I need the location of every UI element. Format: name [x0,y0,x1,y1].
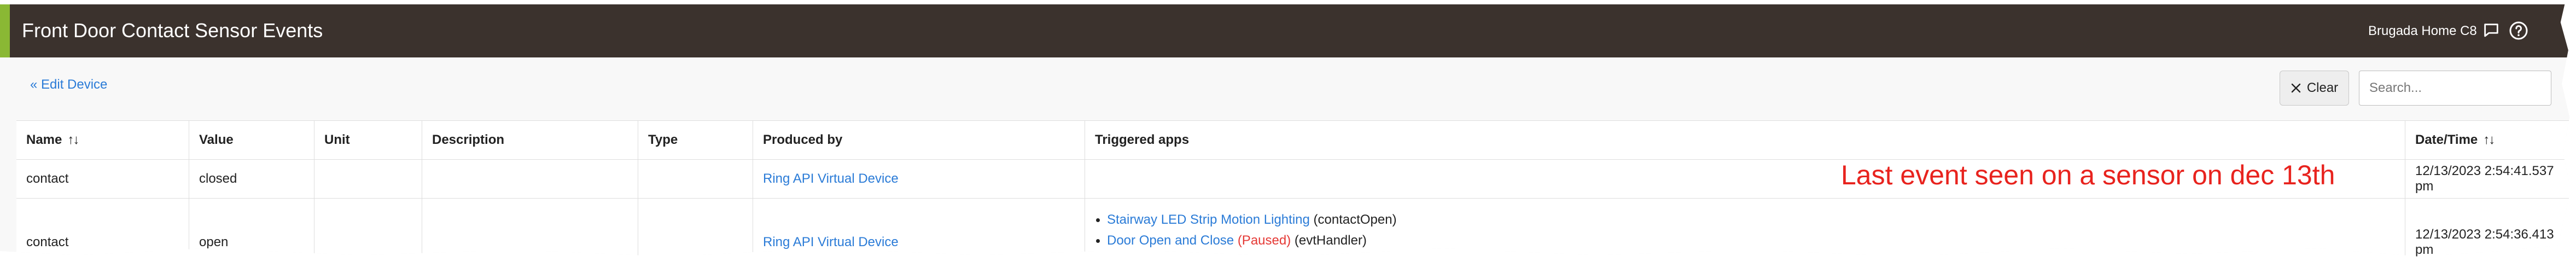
triggered-apps-list: Stairway LED Strip Motion Lighting (cont… [1095,199,1687,269]
brand-accent-stripe [0,4,10,57]
sort-icon[interactable]: ↑↓ [67,132,79,148]
cell-value: open [189,199,314,257]
cell-produced-by: Ring API Virtual Device [753,199,1085,257]
cell-name: contact [16,199,189,257]
search-input[interactable] [2359,71,2551,106]
app-handler: (contactOpen) [1313,212,1397,227]
column-header-produced-by: Produced by [753,121,1085,159]
triggered-app-link[interactable]: When Front Door Contact Sensor opens, tu… [1107,254,1597,257]
list-item: Stairway LED Strip Motion Lighting (cont… [1095,210,1686,230]
app-handler: (basicHandler) [1601,254,1687,269]
cell-unit [314,160,422,198]
cell-type [638,199,753,257]
triggered-app-link[interactable]: Stairway LED Strip Motion Lighting [1107,212,1310,227]
column-header-type: Type [638,121,753,159]
close-icon [2291,83,2301,93]
list-item: When Front Door Contact Sensor opens, tu… [1095,251,1687,269]
column-header-value: Value [189,121,314,159]
cell-value: closed [189,160,314,198]
clear-button[interactable]: Clear [2280,71,2349,106]
cell-datetime: 12/13/2023 2:54:41.537 pm [2415,164,2554,194]
cell-description [422,199,638,257]
cell-triggered-apps: Stairway LED Strip Motion Lighting (cont… [1085,199,2405,269]
page-screenshot: Front Door Contact Sensor Events Brugada… [0,0,2571,269]
column-header-name[interactable]: Name ↑↓ [16,121,189,159]
top-bar: Front Door Contact Sensor Events Brugada… [0,4,2571,57]
edit-device-link[interactable]: « Edit Device [30,77,107,92]
produced-by-link[interactable]: Ring API Virtual Device [763,171,899,187]
chat-icon[interactable] [2480,20,2502,42]
cell-unit [314,199,422,257]
annotation-text: Last event seen on a sensor on dec 13th [1841,160,2335,190]
cell-datetime: 12/13/2023 2:54:36.413 pm [2415,227,2554,257]
events-table: Name ↑↓ Value Unit Description Type Produ… [16,120,2571,269]
help-icon[interactable] [2508,20,2530,42]
table-header-row: Name ↑↓ Value Unit Description Type Produ… [16,121,2571,160]
column-header-datetime[interactable]: Date/Time ↑↓ [2405,121,2571,159]
cell-type [638,160,753,198]
triggered-app-link[interactable]: Door Open and Close [1107,233,1234,248]
sort-icon[interactable]: ↑↓ [2483,132,2495,148]
app-handler: (evtHandler) [1294,233,1367,248]
cell-produced-by: Ring API Virtual Device [753,160,1085,198]
column-header-triggered-apps: Triggered apps [1085,121,2405,159]
table-row: contact open Ring API Virtual Device Sta… [16,199,2571,269]
column-header-description: Description [422,121,638,159]
produced-by-link[interactable]: Ring API Virtual Device [763,235,899,250]
hub-name[interactable]: Brugada Home C8 [2368,23,2477,39]
column-header-unit: Unit [314,121,422,159]
paused-status: (Paused) [1237,233,1291,248]
clear-button-label: Clear [2306,80,2339,95]
page-title: Front Door Contact Sensor Events [22,19,323,42]
cell-description [422,160,638,198]
cell-name: contact [16,160,189,198]
list-item: Door Open and Close (Paused) (evtHandler… [1095,230,1686,251]
